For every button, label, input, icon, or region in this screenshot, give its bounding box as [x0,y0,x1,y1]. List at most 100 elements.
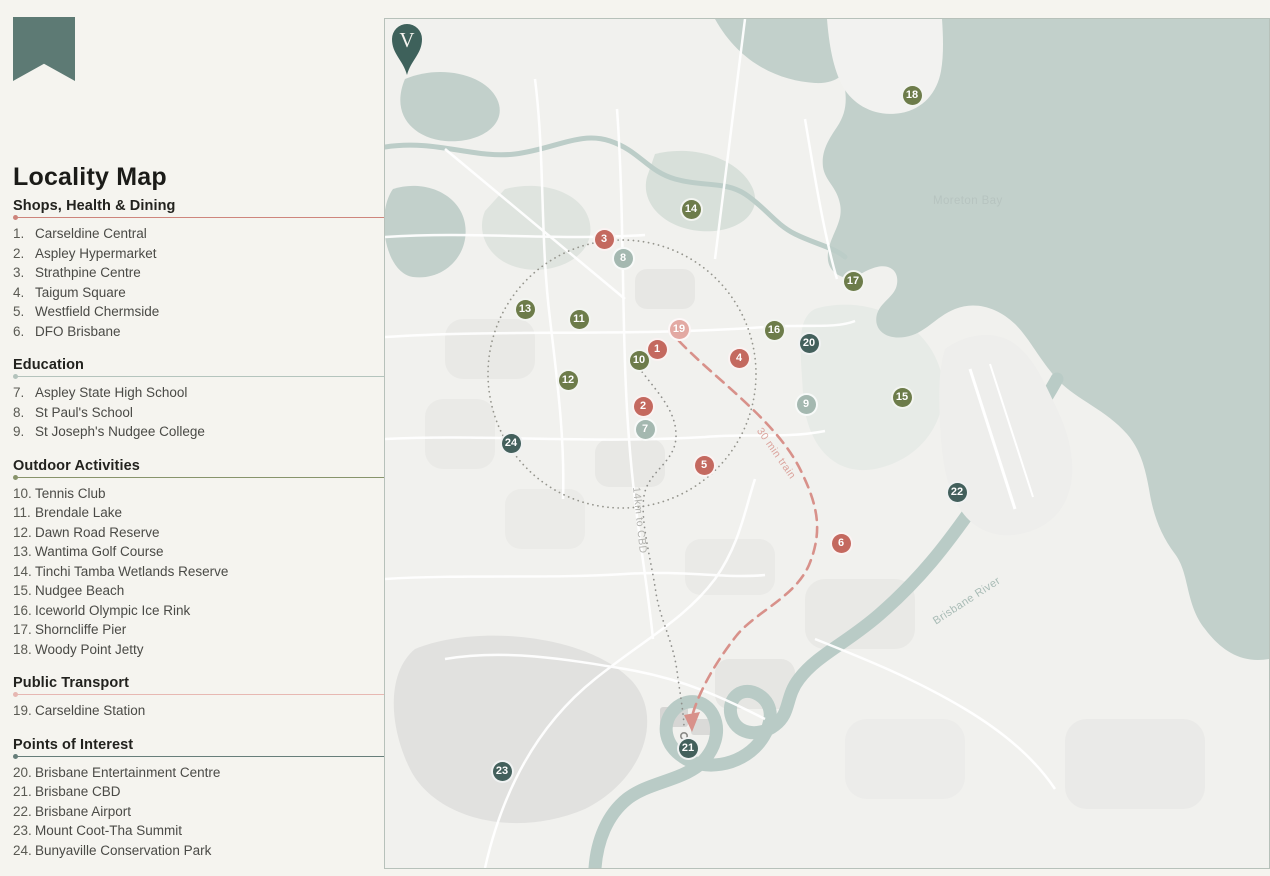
legend-section: Shops, Health & Dining1.Carseldine Centr… [13,198,384,341]
map-marker-15: 15 [891,386,914,409]
legend-item-label: DFO Brisbane [35,322,384,342]
legend-item-number: 22. [13,802,35,822]
legend-item-number: 21. [13,782,35,802]
legend-item: 13.Wantima Golf Course [13,542,384,562]
legend-item-number: 19. [13,701,35,721]
legend-item-number: 3. [13,263,35,283]
map-marker-14: 14 [680,198,703,221]
legend-item: 16.Iceworld Olympic Ice Rink [13,601,384,621]
legend-item-label: St Paul's School [35,403,384,423]
legend-item-number: 8. [13,403,35,423]
legend-item-number: 1. [13,224,35,244]
map-marker-4: 4 [728,347,751,370]
legend-item-label: Wantima Golf Course [35,542,384,562]
map-marker-22: 22 [946,481,969,504]
legend-item-label: Strathpine Centre [35,263,384,283]
legend-item-label: Iceworld Olympic Ice Rink [35,601,384,621]
legend-item: 6.DFO Brisbane [13,322,384,342]
legend-item: 7.Aspley State High School [13,383,384,403]
legend-section: Outdoor Activities 10.Tennis Club11.Brend… [13,458,384,660]
map-marker-3: 3 [593,228,616,251]
sidebar: Locality Map Shops, Health & Dining1.Car… [0,0,384,876]
legend-item-label: Tennis Club [35,484,384,504]
moreton-bay-label: Moreton Bay [933,195,1003,207]
brand-bookmark-logo [13,17,75,81]
legend-item-label: Brendale Lake [35,503,384,523]
legend-item: 12.Dawn Road Reserve [13,523,384,543]
legend-item-number: 16. [13,601,35,621]
legend-item-number: 2. [13,244,35,264]
legend-item: 22.Brisbane Airport [13,802,384,822]
legend-section: Points of Interest20.Brisbane Entertainm… [13,737,384,861]
legend-item-label: St Joseph's Nudgee College [35,422,384,442]
legend-item-number: 14. [13,562,35,582]
legend-section: Education7.Aspley State High School8.St … [13,357,384,442]
legend-sections: Shops, Health & Dining1.Carseldine Centr… [13,198,384,860]
legend-item-number: 18. [13,640,35,660]
section-rule-dot [13,215,18,220]
legend-item-label: Shorncliffe Pier [35,620,384,640]
legend-item-number: 4. [13,283,35,303]
legend-item-label: Bunyaville Conservation Park [35,841,384,861]
legend-item-number: 6. [13,322,35,342]
legend-item: 10.Tennis Club [13,484,384,504]
legend-item: 17.Shorncliffe Pier [13,620,384,640]
legend-item-number: 24. [13,841,35,861]
legend-item: 5.Westfield Chermside [13,302,384,322]
map-marker-9: 9 [795,393,818,416]
map-marker-20: 20 [798,332,821,355]
legend-item: 3.Strathpine Centre [13,263,384,283]
legend-item-number: 15. [13,581,35,601]
legend-item: 9.St Joseph's Nudgee College [13,422,384,442]
map-marker-5: 5 [693,454,716,477]
legend-item-label: Tinchi Tamba Wetlands Reserve [35,562,384,582]
map-marker-11: 11 [568,308,591,331]
legend-item-label: Brisbane Airport [35,802,384,822]
map-marker-21: 21 [677,737,700,760]
legend-item-label: Taigum Square [35,283,384,303]
legend-item: 24.Bunyaville Conservation Park [13,841,384,861]
legend-item-number: 23. [13,821,35,841]
map-marker-18: 18 [901,84,924,107]
legend-item: 8.St Paul's School [13,403,384,423]
legend-item: 2.Aspley Hypermarket [13,244,384,264]
legend-item-label: Mount Coot-Tha Summit [35,821,384,841]
locality-map: Moreton Bay Brisbane River 14km to CBD 3… [384,18,1270,869]
legend-section: Public Transport19.Carseldine Station [13,675,384,721]
map-marker-16: 16 [763,319,786,342]
legend-item-label: Woody Point Jetty [35,640,384,660]
legend-item-number: 13. [13,542,35,562]
location-pin: V [385,19,429,77]
legend-item: 19.Carseldine Station [13,701,384,721]
section-rule-dot [13,374,18,379]
legend-item-label: Aspley Hypermarket [35,244,384,264]
legend-item-number: 17. [13,620,35,640]
map-marker-13: 13 [514,298,537,321]
legend-item-label: Aspley State High School [35,383,384,403]
legend-item: 4.Taigum Square [13,283,384,303]
legend-item-label: Brisbane Entertainment Centre [35,763,384,783]
section-rule [14,694,384,695]
section-rule [14,376,384,377]
legend-item-label: Carseldine Central [35,224,384,244]
legend-item-label: Westfield Chermside [35,302,384,322]
legend-item: 11.Brendale Lake [13,503,384,523]
legend-item: 14.Tinchi Tamba Wetlands Reserve [13,562,384,582]
section-rule [14,756,384,757]
map-marker-7: 7 [634,418,657,441]
legend-item-number: 5. [13,302,35,322]
section-rule-dot [13,754,18,759]
legend-item: 21.Brisbane CBD [13,782,384,802]
legend-item-number: 9. [13,422,35,442]
legend-item: 23.Mount Coot-Tha Summit [13,821,384,841]
page-title: Locality Map [13,163,167,192]
legend-item-label: Nudgee Beach [35,581,384,601]
section-rule [14,217,384,218]
map-marker-10: 10 [628,349,651,372]
legend-item: 1.Carseldine Central [13,224,384,244]
section-heading: Outdoor Activities [13,458,384,474]
legend-item-label: Carseldine Station [35,701,384,721]
map-marker-12: 12 [557,369,580,392]
map-marker-23: 23 [491,760,514,783]
map-marker-6: 6 [830,532,853,555]
